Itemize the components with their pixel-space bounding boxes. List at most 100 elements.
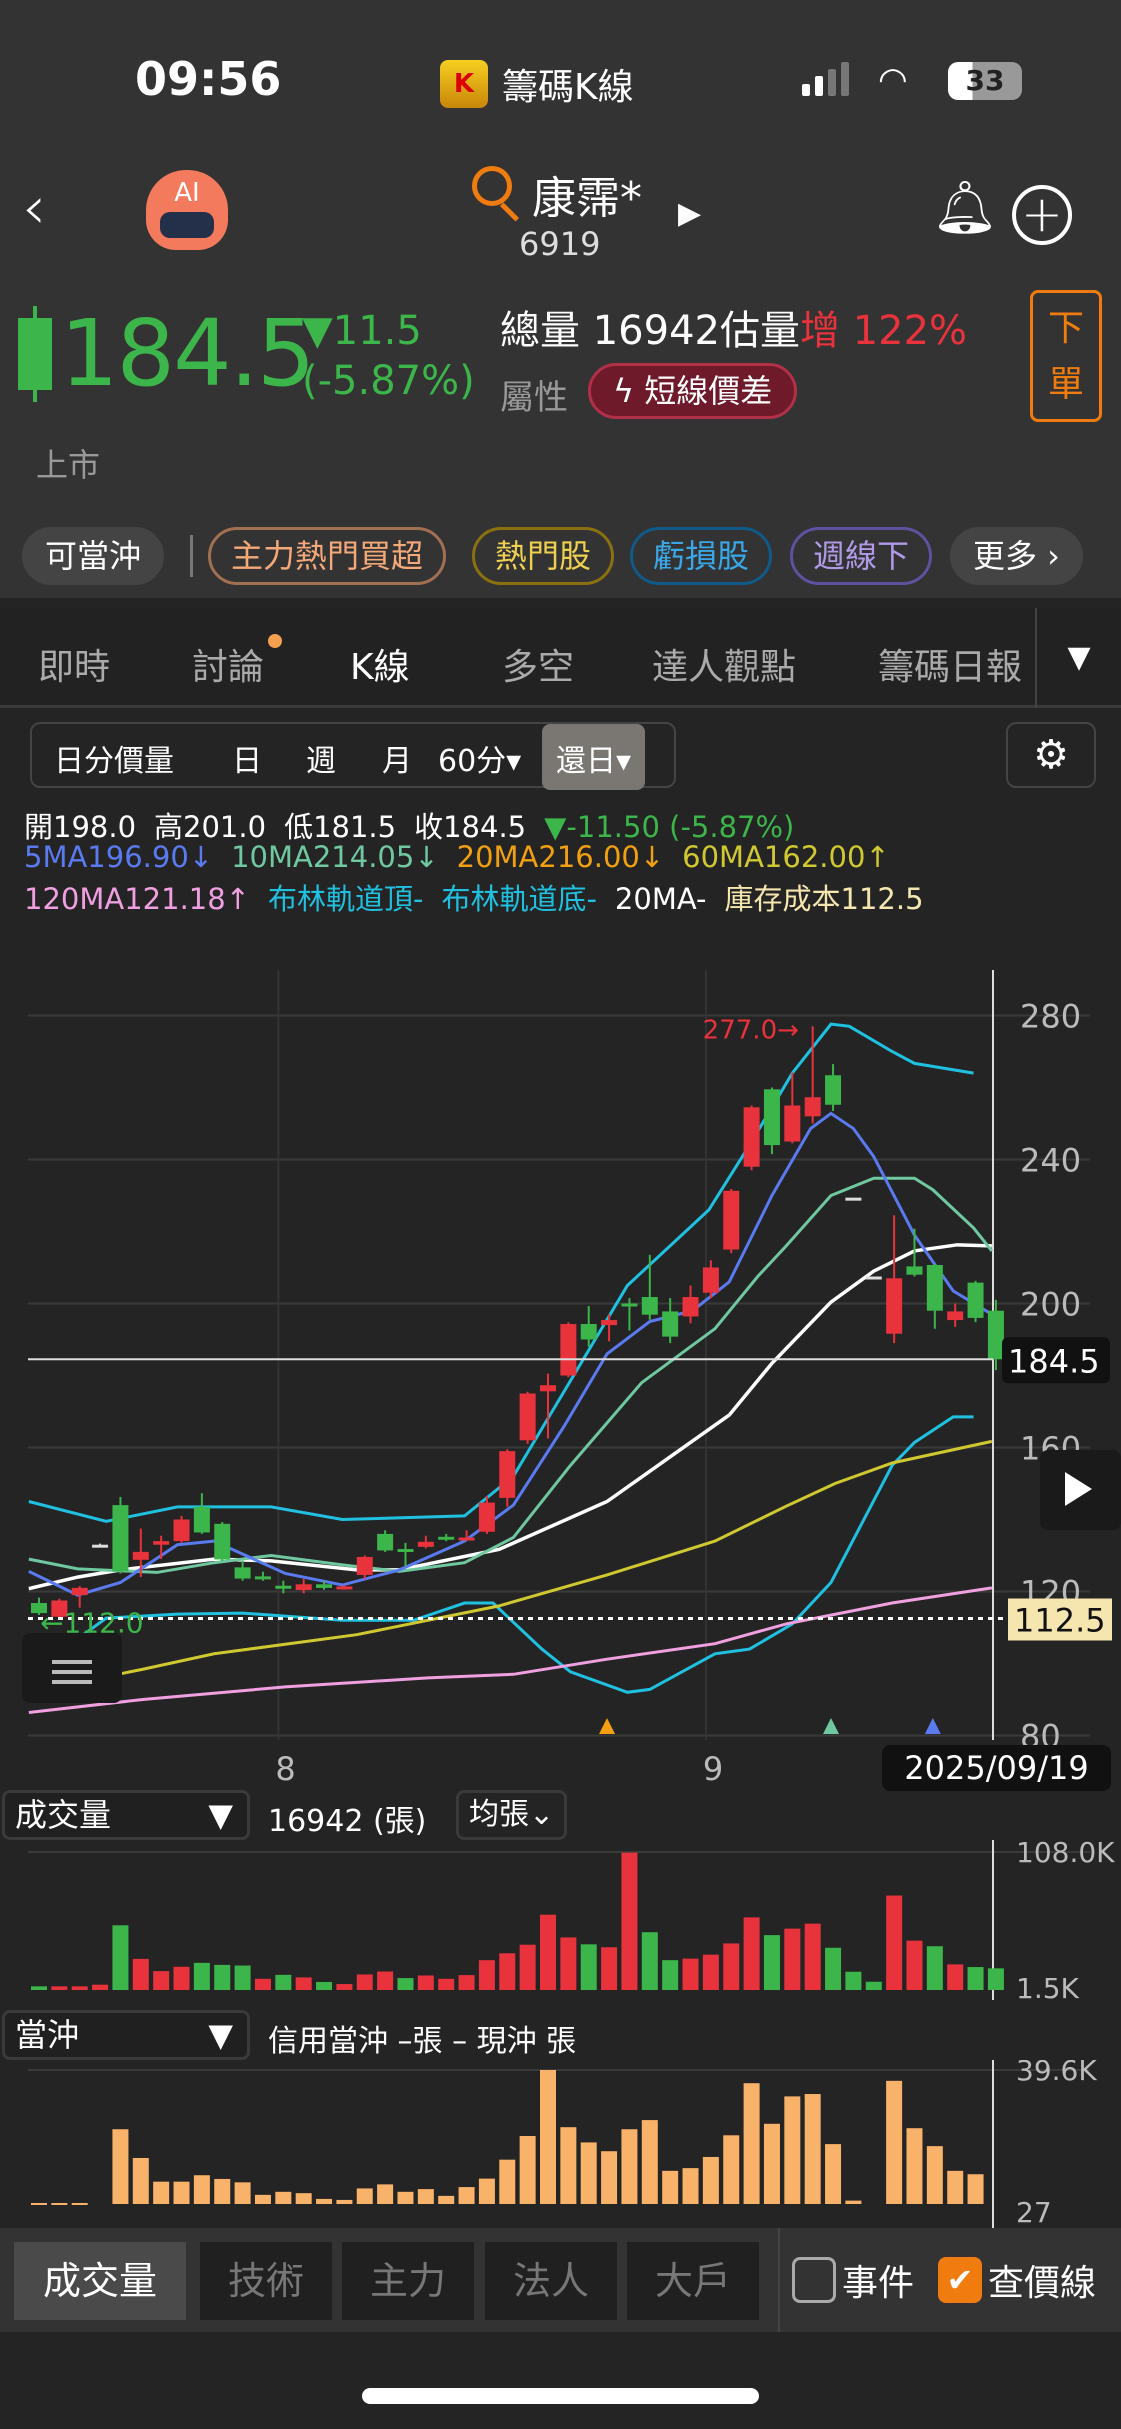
- volume-min-label: 1.5K: [1016, 1972, 1080, 2000]
- back-icon[interactable]: ‹: [22, 178, 46, 238]
- tab-chip-daily[interactable]: 籌碼日報: [878, 638, 1028, 690]
- daytrade-chart: 39.6K 27: [28, 2060, 1097, 2228]
- candle-body: [438, 1536, 455, 1540]
- tag-more[interactable]: 更多 ›: [950, 527, 1083, 585]
- candle-body: [173, 1519, 190, 1542]
- volume-bar: [641, 1932, 658, 1990]
- period-day[interactable]: 日: [232, 736, 262, 780]
- volume-bar: [438, 1978, 455, 1990]
- daytrade-selector[interactable]: 當沖 ▼: [2, 2010, 250, 2060]
- attr-badge[interactable]: ϟ 短線價差: [588, 363, 798, 419]
- volume-bar: [234, 1965, 251, 1990]
- tag-day-trade[interactable]: 可當沖: [22, 527, 165, 585]
- events-checkbox[interactable]: 事件: [792, 2254, 914, 2306]
- add-icon[interactable]: +: [1012, 185, 1072, 245]
- daytrade-bar: [316, 2198, 333, 2204]
- volume-bar: [132, 1958, 149, 1990]
- ma-line-10MA: [28, 1176, 994, 1574]
- daytrade-bar: [51, 2202, 68, 2205]
- tab-kline[interactable]: K線: [350, 638, 410, 690]
- current-price: 184.5: [60, 300, 315, 407]
- stock-name[interactable]: 康霈*: [532, 162, 642, 226]
- tab-expert[interactable]: 達人觀點: [652, 638, 796, 690]
- candle-body: [214, 1523, 231, 1560]
- daytrade-bar: [153, 2181, 170, 2204]
- volume-bar: [804, 1923, 821, 1990]
- tag-label: 可當沖: [45, 537, 142, 575]
- candle-body: [641, 1297, 658, 1315]
- price-line-checkbox[interactable]: ✔ 查價線: [938, 2254, 1096, 2306]
- daytrade-bar: [580, 2142, 597, 2204]
- tag-weekly[interactable]: 週線下: [790, 527, 933, 585]
- candle-body: [499, 1451, 516, 1498]
- ai-robot-icon[interactable]: AI: [146, 170, 228, 250]
- daytrade-bar: [397, 2191, 414, 2204]
- attr-label: 屬性: [500, 378, 568, 418]
- next-icon[interactable]: ▶: [678, 196, 701, 231]
- notification-dot: [268, 634, 283, 648]
- period-week[interactable]: 週: [306, 736, 336, 780]
- tab-long-short[interactable]: 多空: [502, 638, 574, 690]
- period-60min[interactable]: 60分▾: [438, 736, 521, 780]
- volume-bar: [560, 1937, 577, 1990]
- period-adjusted[interactable]: 還日▾: [542, 724, 646, 790]
- daytrade-bar: [234, 2182, 251, 2204]
- order-button[interactable]: 下單: [1030, 290, 1102, 422]
- daytrade-bar: [193, 2175, 210, 2204]
- tag-main-force[interactable]: 主力熱門買超: [208, 527, 447, 585]
- x-tick-label: 9: [703, 1750, 723, 1788]
- btab-big-holders[interactable]: 大戶: [627, 2242, 759, 2320]
- btab-main-force[interactable]: 主力: [342, 2242, 474, 2320]
- x-tick-label: 8: [275, 1750, 295, 1788]
- daytrade-min-label: 27: [1016, 2196, 1052, 2228]
- price-change-pct: (-5.87%): [302, 358, 475, 404]
- btab-technical[interactable]: 技術: [200, 2242, 332, 2320]
- price-chart[interactable]: 28024020016012080184.5112.5←112.0277.0→8…: [0, 950, 1121, 1800]
- volume-label: 總量: [500, 308, 580, 354]
- daytrade-bar: [31, 2202, 47, 2205]
- tabs-dropdown-icon[interactable]: ▼: [1035, 608, 1121, 708]
- daytrade-bar: [336, 2199, 353, 2204]
- ma-legend-1: 5MA196.90↓ 10MA214.05↓ 20MA216.00↓ 60MA162.…: [24, 840, 908, 874]
- est-label: 估量: [719, 308, 800, 354]
- daytrade-bar: [540, 2070, 556, 2204]
- period-selector: 日分價量 日 週 月 60分▾ 還日▾: [30, 722, 676, 790]
- btab-volume[interactable]: 成交量: [14, 2242, 186, 2320]
- tag-loss[interactable]: 虧損股: [630, 527, 773, 585]
- tab-label: 討論: [192, 647, 265, 688]
- app-logo-icon: K: [440, 60, 488, 108]
- candle-body: [886, 1278, 903, 1334]
- btab-institutional[interactable]: 法人: [485, 2242, 617, 2320]
- ma-line-5MA: [28, 1111, 993, 1597]
- search-icon[interactable]: [472, 166, 512, 206]
- candle-body: [906, 1266, 923, 1275]
- volume-bar: [906, 1940, 923, 1990]
- status-time: 09:56: [135, 52, 282, 106]
- daytrade-bar: [132, 2157, 149, 2204]
- volume-selector[interactable]: 成交量 ▼: [2, 1790, 250, 1840]
- tab-realtime[interactable]: 即時: [38, 638, 110, 690]
- volume-bar: [295, 1977, 312, 1990]
- gear-icon[interactable]: ⚙: [1006, 722, 1096, 788]
- daytrade-bar: [417, 2189, 434, 2204]
- daytrade-bar: [438, 2195, 455, 2204]
- volume-bar: [478, 1960, 495, 1990]
- tab-discussion[interactable]: 討論: [192, 634, 283, 690]
- daytrade-bar: [377, 2184, 394, 2204]
- ma-legend-item: 60MA162.00↑: [682, 840, 890, 874]
- tag-label: 週線下: [813, 537, 910, 575]
- tag-hot[interactable]: 熱門股: [472, 527, 615, 585]
- candle-body: [601, 1320, 618, 1326]
- candle-body: [458, 1537, 475, 1541]
- home-indicator[interactable]: [362, 2388, 759, 2404]
- bell-icon[interactable]: 🔔︎: [932, 182, 998, 234]
- volume-mode-dropdown[interactable]: 均張⌄: [456, 1790, 568, 1840]
- candle-body: [254, 1576, 271, 1580]
- high-value: 高201.0: [154, 810, 267, 844]
- period-intraday[interactable]: 日分價量: [54, 736, 174, 780]
- candle-body: [845, 1197, 862, 1201]
- ma-legend-item: 20MA-: [614, 882, 707, 916]
- daytrade-bar: [214, 2178, 231, 2204]
- dropdown-icon: ▼: [208, 1796, 233, 1834]
- period-month[interactable]: 月: [382, 736, 412, 780]
